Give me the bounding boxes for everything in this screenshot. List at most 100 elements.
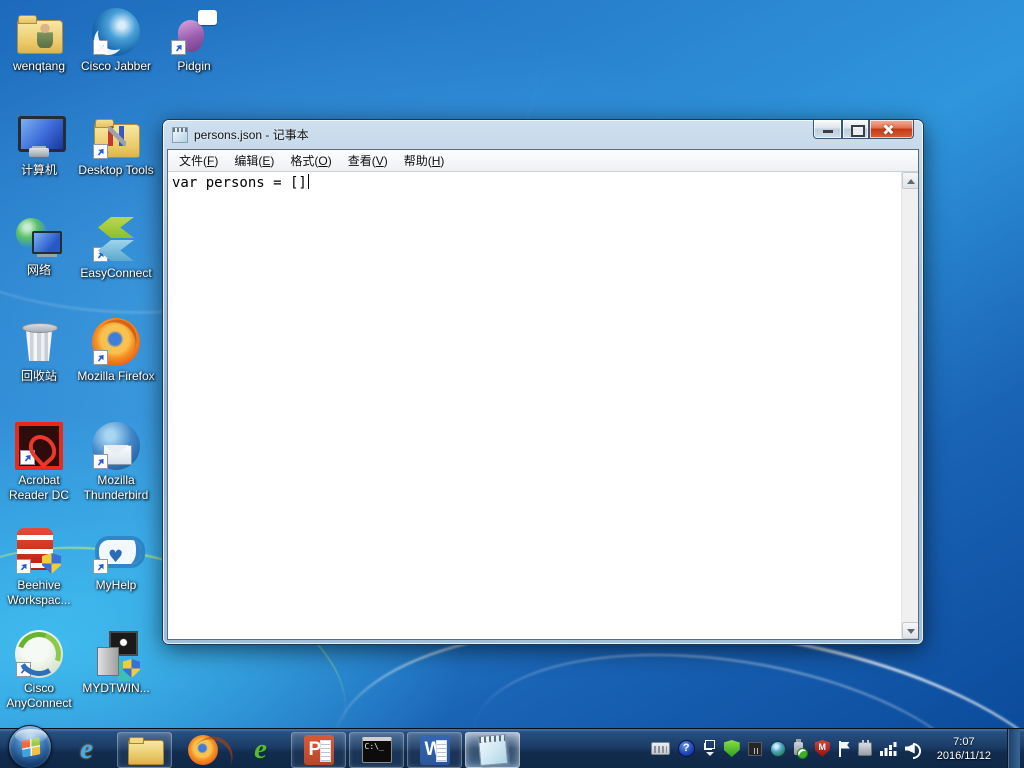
green-browser-icon: e xyxy=(254,733,267,765)
desktop-icon-label: MyHelp xyxy=(95,578,137,592)
anyconnect-globe-icon xyxy=(15,630,63,678)
desktop-icon-network[interactable]: 网络 xyxy=(0,212,78,278)
desktop-icon-label: Mozilla Firefox xyxy=(77,369,155,383)
menu-file[interactable]: 文件(F) xyxy=(171,149,226,172)
minimize-button[interactable] xyxy=(813,120,842,139)
desktop-icon-label: 网络 xyxy=(26,263,51,277)
show-desktop-button[interactable] xyxy=(1007,728,1020,768)
firefox-icon xyxy=(92,318,140,366)
taskbar: e e P C:\_ W ? M 7:07 2016/11/12 xyxy=(0,725,1024,768)
mcafee-shield-icon[interactable]: M xyxy=(814,740,830,757)
beehive-icon xyxy=(15,527,63,575)
text-editor-area[interactable]: var persons = [] xyxy=(168,172,918,639)
desktop: wenqtang Cisco Jabber Pidgin 计算机 Desktop… xyxy=(0,0,1024,768)
thunderbird-icon xyxy=(92,422,140,470)
pidgin-bird-icon xyxy=(170,8,218,56)
desktop-icon-desktop-tools[interactable]: Desktop Tools xyxy=(77,112,155,178)
action-center-flag-icon[interactable] xyxy=(838,740,850,757)
menu-format[interactable]: 格式(O) xyxy=(282,149,339,172)
desktop-icon-recycle-bin[interactable]: 回收站 xyxy=(0,318,78,384)
start-button[interactable] xyxy=(8,725,52,768)
clock-date: 2016/11/12 xyxy=(936,749,991,762)
text-line: var persons = [] xyxy=(172,174,309,191)
ie-icon: e xyxy=(80,733,93,765)
volume-icon[interactable] xyxy=(905,742,923,759)
desktop-icon-label: wenqtang xyxy=(12,59,66,73)
desktop-icon-easyconnect[interactable]: EasyConnect xyxy=(77,215,155,281)
menu-bar: 文件(F) 编辑(E) 格式(O) 查看(V) 帮助(H) xyxy=(168,150,918,172)
title-bar[interactable]: persons.json - 记事本 xyxy=(163,120,923,149)
device-plug-icon[interactable] xyxy=(857,739,872,756)
uac-shield-icon xyxy=(123,659,140,678)
menu-edit[interactable]: 编辑(E) xyxy=(226,149,282,172)
desktop-icon-myhelp[interactable]: MyHelp xyxy=(77,527,155,593)
taskbar-clock[interactable]: 7:07 2016/11/12 xyxy=(931,735,997,763)
desktop-icon-label: EasyConnect xyxy=(80,266,152,280)
taskbar-command-prompt[interactable]: C:\_ xyxy=(349,731,404,768)
input-method-keyboard-icon[interactable] xyxy=(650,742,670,755)
signal-strength-icon[interactable] xyxy=(879,742,897,756)
desktop-icon-label: Beehive Workspac... xyxy=(7,578,71,607)
menu-help[interactable]: 帮助(H) xyxy=(396,149,453,172)
desktop-icon-anyconnect[interactable]: Cisco AnyConnect xyxy=(0,630,78,710)
installer-icon xyxy=(92,630,140,678)
desktop-icon-label: Mozilla Thunderbird xyxy=(83,473,149,502)
notepad-window-icon xyxy=(172,126,188,143)
safely-remove-usb-icon[interactable] xyxy=(793,739,808,759)
maximize-button[interactable] xyxy=(842,120,869,139)
network-globe-tray-icon[interactable] xyxy=(769,740,786,757)
acrobat-reader-icon xyxy=(15,422,63,470)
firefox-icon xyxy=(187,734,218,765)
window-title: persons.json - 记事本 xyxy=(194,128,309,142)
system-tray: ? M 7:07 2016/11/12 xyxy=(650,728,1024,768)
desktop-icon-label: Cisco AnyConnect xyxy=(6,681,72,710)
desktop-icon-cisco-jabber[interactable]: Cisco Jabber xyxy=(77,8,155,74)
word-icon: W xyxy=(419,734,450,765)
shortcut-arrow-icon xyxy=(93,247,108,262)
desktop-icon-wenqtang[interactable]: wenqtang xyxy=(0,8,78,74)
taskbar-firefox[interactable] xyxy=(175,732,230,768)
taskbar-notepad-active[interactable] xyxy=(465,731,520,768)
windows-flag-icon xyxy=(21,737,41,758)
taskbar-word[interactable]: W xyxy=(407,731,462,768)
desktop-icon-label: Acrobat Reader DC xyxy=(8,473,70,502)
shortcut-arrow-icon xyxy=(93,350,108,365)
recycle-bin-icon xyxy=(15,318,63,366)
desktop-icon-label: Cisco Jabber xyxy=(80,59,152,73)
notepad-window: persons.json - 记事本 文件(F) 编辑(E) 格式(O) 查看(… xyxy=(163,120,923,644)
tools-folder-icon xyxy=(92,112,140,160)
taskbar-internet-explorer[interactable]: e xyxy=(59,732,114,768)
shortcut-arrow-icon xyxy=(171,40,186,55)
desktop-icon-computer[interactable]: 计算机 xyxy=(0,112,78,178)
scroll-up-button[interactable] xyxy=(902,172,918,189)
desktop-icon-label: MYDTWIN... xyxy=(82,681,150,695)
taskbar-powerpoint[interactable]: P xyxy=(291,731,346,768)
taskbar-windows-explorer[interactable] xyxy=(117,731,172,768)
desktop-icon-label: Pidgin xyxy=(177,59,211,73)
desktop-icon-label: Desktop Tools xyxy=(78,163,154,177)
help-tray-icon[interactable]: ? xyxy=(677,740,695,757)
desktop-icon-pidgin[interactable]: Pidgin xyxy=(155,8,233,74)
dark-app-tray-icon[interactable] xyxy=(747,741,762,756)
desktop-icon-mydtwin[interactable]: MYDTWIN... xyxy=(77,630,155,696)
desktop-icon-beehive[interactable]: Beehive Workspac... xyxy=(0,527,78,607)
easyconnect-chevrons-icon xyxy=(92,215,140,263)
vertical-scrollbar[interactable] xyxy=(901,172,918,639)
taskbar-green-browser[interactable]: e xyxy=(233,732,288,768)
desktop-icon-firefox[interactable]: Mozilla Firefox xyxy=(77,318,155,384)
notepad-icon xyxy=(477,733,508,766)
menu-view[interactable]: 查看(V) xyxy=(340,149,396,172)
desktop-icon-acrobat[interactable]: Acrobat Reader DC xyxy=(0,422,78,502)
desktop-icon-thunderbird[interactable]: Mozilla Thunderbird xyxy=(77,422,155,502)
shortcut-arrow-icon xyxy=(93,144,108,159)
shortcut-arrow-icon xyxy=(16,662,31,677)
computer-monitor-icon xyxy=(15,112,66,160)
user-folder-icon xyxy=(15,8,63,56)
shortcut-arrow-icon xyxy=(93,454,108,469)
close-button[interactable] xyxy=(869,120,914,139)
network-globe-icon xyxy=(15,212,63,260)
scroll-down-button[interactable] xyxy=(902,622,918,639)
update-shield-icon[interactable] xyxy=(723,740,740,757)
window-controls xyxy=(813,120,914,139)
show-hidden-icons-button[interactable] xyxy=(703,740,716,757)
